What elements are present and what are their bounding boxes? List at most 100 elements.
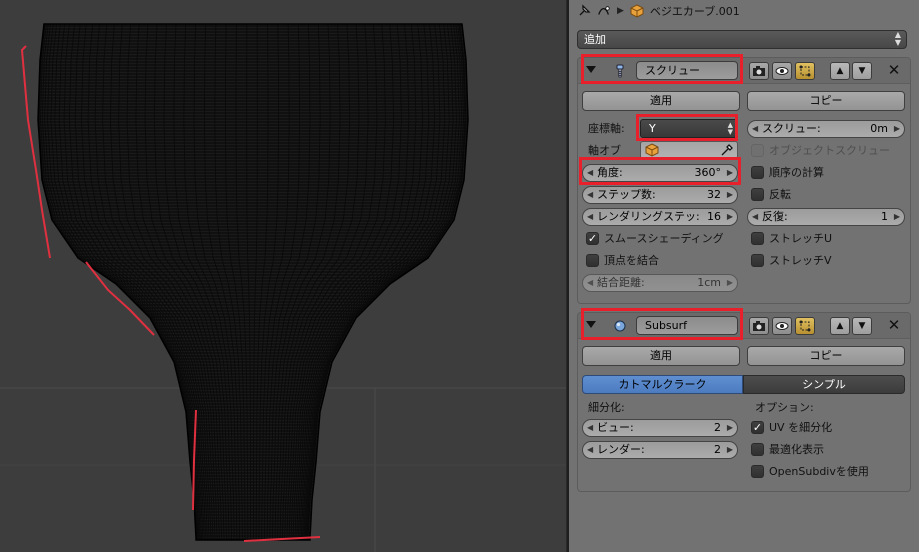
render-steps-field[interactable]: ◀ レンダリングステッ: 16 ▶ xyxy=(582,208,738,226)
close-icon[interactable]: ✕ xyxy=(886,62,902,80)
updown-arrows-icon: ▲ ▼ xyxy=(727,121,733,136)
close-icon[interactable]: ✕ xyxy=(886,317,902,335)
flip-label: 反転 xyxy=(769,188,791,201)
collapse-triangle-icon[interactable] xyxy=(586,66,596,73)
axis-dropdown[interactable]: Y ▲ ▼ xyxy=(640,119,738,138)
subsurf-apply-button[interactable]: 適用 xyxy=(582,346,740,366)
increment-arrow-icon: ▶ xyxy=(726,212,733,221)
pin-icon[interactable] xyxy=(577,4,591,18)
view-levels-label: ビュー: xyxy=(597,421,634,434)
screw-modifier-icon xyxy=(612,63,628,79)
mesh-wireframe xyxy=(38,24,468,540)
use-opensubdiv-checkbox[interactable]: OpenSubdivを使用 xyxy=(751,464,869,480)
iterations-value: 1 xyxy=(881,210,888,223)
move-down-icon[interactable]: ▼ xyxy=(852,62,872,80)
render-steps-value: 16 xyxy=(707,210,721,223)
increment-arrow-icon: ▶ xyxy=(726,190,733,199)
axis-value: Y xyxy=(649,122,656,135)
calc-order-checkbox[interactable]: 順序の計算 xyxy=(751,165,824,181)
flip-checkbox[interactable]: 反転 xyxy=(751,187,791,203)
eyedropper-icon xyxy=(721,144,733,156)
move-up-icon[interactable]: ▲ xyxy=(830,62,850,80)
view-levels-field[interactable]: ◀ ビュー: 2 ▶ xyxy=(582,419,738,437)
catmull-clark-tab[interactable]: カトマルクラーク xyxy=(582,375,743,394)
use-opensubdiv-label: OpenSubdivを使用 xyxy=(769,465,869,478)
smooth-shading-label: スムースシェーディング xyxy=(604,232,724,245)
move-up-icon[interactable]: ▲ xyxy=(830,317,850,335)
subdivide-uvs-checkbox[interactable]: ✓ UV を細分化 xyxy=(751,420,832,436)
viewport-visibility-icon[interactable] xyxy=(772,317,792,335)
move-down-icon[interactable]: ▼ xyxy=(852,317,872,335)
merge-distance-value: 1cm xyxy=(697,276,721,289)
simple-tab[interactable]: シンプル xyxy=(743,375,905,394)
subdivide-uvs-label: UV を細分化 xyxy=(769,421,833,434)
checkbox-icon[interactable] xyxy=(751,188,764,201)
collapse-triangle-icon[interactable] xyxy=(586,321,596,328)
properties-panel: ▶ ベジエカーブ.001 追加 ▲ ▼ スクリュー ▲ ▼ ✕ 適用 コピー 座… xyxy=(569,0,919,552)
decrement-arrow-icon: ◀ xyxy=(752,212,759,221)
viewport-visibility-icon[interactable] xyxy=(772,62,792,80)
checkbox-checked-icon[interactable]: ✓ xyxy=(751,421,764,434)
screw-offset-label: スクリュー: xyxy=(762,122,821,135)
stretch-u-checkbox[interactable]: ストレッチU xyxy=(751,231,832,247)
decrement-arrow-icon: ◀ xyxy=(752,124,759,133)
object-screw-label: オブジェクトスクリュー xyxy=(769,144,890,157)
screw-apply-button[interactable]: 適用 xyxy=(582,91,740,111)
screw-mesh-render xyxy=(0,23,566,552)
optimal-display-label: 最適化表示 xyxy=(769,443,824,456)
checkbox-icon[interactable] xyxy=(751,465,764,478)
axis-object-label: 軸オブ xyxy=(588,144,621,157)
breadcrumb: ▶ ベジエカーブ.001 xyxy=(569,0,919,22)
angle-field[interactable]: ◀ 角度: 360° ▶ xyxy=(582,164,738,182)
render-levels-field[interactable]: ◀ レンダー: 2 ▶ xyxy=(582,441,738,459)
merge-vertices-checkbox[interactable]: 頂点を結合 xyxy=(586,253,659,269)
merge-distance-field[interactable]: ◀ 結合距離: 1cm ▶ xyxy=(582,274,738,292)
stretch-v-label: ストレッチV xyxy=(769,254,832,267)
stretch-v-checkbox[interactable]: ストレッチV xyxy=(751,253,832,269)
subsurf-modifier-header: Subsurf ▲ ▼ ✕ xyxy=(578,313,910,339)
decrement-arrow-icon: ◀ xyxy=(587,212,594,221)
add-modifier-label: 追加 xyxy=(584,33,606,46)
checkbox-checked-icon[interactable]: ✓ xyxy=(586,232,599,245)
checkbox-icon[interactable] xyxy=(586,254,599,267)
checkbox-icon[interactable] xyxy=(751,443,764,456)
3d-viewport[interactable] xyxy=(0,0,566,552)
increment-arrow-icon: ▶ xyxy=(893,124,900,133)
curve-object-icon xyxy=(630,4,644,18)
render-toggle-icon[interactable] xyxy=(749,62,769,80)
render-levels-value: 2 xyxy=(714,443,721,456)
screw-copy-button[interactable]: コピー xyxy=(747,91,905,111)
merge-distance-label: 結合距離: xyxy=(597,276,645,289)
checkbox-icon[interactable] xyxy=(751,232,764,245)
iterations-field[interactable]: ◀ 反復: 1 ▶ xyxy=(747,208,905,226)
angle-value: 360° xyxy=(694,166,722,179)
steps-field[interactable]: ◀ ステップ数: 32 ▶ xyxy=(582,186,738,204)
screw-offset-field[interactable]: ◀ スクリュー: 0m ▶ xyxy=(747,120,905,138)
screw-offset-value: 0m xyxy=(870,122,888,135)
object-screw-checkbox[interactable]: オブジェクトスクリュー xyxy=(751,143,890,159)
object-cube-icon xyxy=(645,143,659,157)
axis-object-field[interactable] xyxy=(640,141,738,159)
checkbox-icon[interactable] xyxy=(751,166,764,179)
smooth-shading-checkbox[interactable]: ✓ スムースシェーディング xyxy=(586,231,724,247)
angle-label: 角度: xyxy=(597,166,623,179)
stretch-u-label: ストレッチU xyxy=(769,232,833,245)
editmode-toggle-icon[interactable] xyxy=(795,317,815,335)
decrement-arrow-icon: ◀ xyxy=(587,190,594,199)
checkbox-icon[interactable] xyxy=(751,254,764,267)
optimal-display-checkbox[interactable]: 最適化表示 xyxy=(751,442,824,458)
editmode-toggle-icon[interactable] xyxy=(795,62,815,80)
subsurf-modifier-name-field[interactable]: Subsurf xyxy=(636,316,738,335)
screw-modifier-name-field[interactable]: スクリュー xyxy=(636,61,738,80)
view-levels-value: 2 xyxy=(714,421,721,434)
options-label: オプション: xyxy=(755,401,814,414)
subsurf-copy-button[interactable]: コピー xyxy=(747,346,905,366)
increment-arrow-icon: ▶ xyxy=(726,168,733,177)
increment-arrow-icon: ▶ xyxy=(726,445,733,454)
axis-label: 座標軸: xyxy=(588,122,625,135)
checkbox-icon[interactable] xyxy=(751,144,764,157)
decrement-arrow-icon: ◀ xyxy=(587,278,594,287)
add-modifier-menu[interactable]: 追加 ▲ ▼ xyxy=(577,30,907,49)
render-levels-label: レンダー: xyxy=(597,443,645,456)
render-toggle-icon[interactable] xyxy=(749,317,769,335)
